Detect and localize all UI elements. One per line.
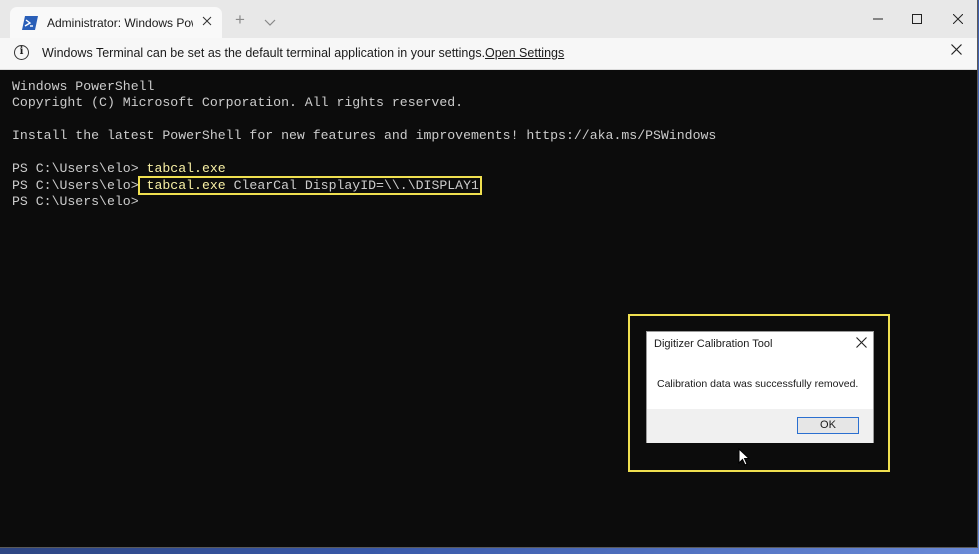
prompt: PS C:\Users\elo> xyxy=(12,194,139,209)
mouse-pointer-icon xyxy=(738,447,751,471)
dialog-footer: OK xyxy=(647,409,873,443)
dialog-title: Digitizer Calibration Tool xyxy=(654,338,773,350)
new-tab-button[interactable]: + xyxy=(235,11,245,29)
terminal-line: Copyright (C) Microsoft Corporation. All… xyxy=(12,95,464,110)
infobar-message: Windows Terminal can be set as the defau… xyxy=(42,46,486,60)
terminal-window: Administrator: Windows PowerS + i Window… xyxy=(0,0,978,548)
info-icon: i xyxy=(14,45,29,60)
dialog-message: Calibration data was successfully remove… xyxy=(657,378,859,390)
terminal-line: PS C:\Users\elo> xyxy=(12,194,139,210)
default-terminal-infobar: i Windows Terminal can be set as the def… xyxy=(0,38,977,70)
chevron-down-icon[interactable] xyxy=(264,14,276,32)
calibration-dialog: Digitizer Calibration Tool Calibration d… xyxy=(646,331,874,443)
infobar-close-icon[interactable] xyxy=(951,44,962,58)
command: tabcal.exe xyxy=(146,161,226,176)
dialog-close-icon[interactable] xyxy=(856,337,867,351)
tab-title: Administrator: Windows PowerS xyxy=(47,15,193,30)
prompt: PS C:\Users\elo> xyxy=(12,161,147,176)
command-highlight-box xyxy=(138,176,482,195)
terminal-output[interactable]: Windows PowerShell Copyright (C) Microso… xyxy=(0,70,977,547)
title-bar: Administrator: Windows PowerS + xyxy=(0,0,977,38)
maximize-button[interactable] xyxy=(894,0,940,38)
terminal-line: Windows PowerShell xyxy=(12,79,155,94)
tab-powershell[interactable]: Administrator: Windows PowerS xyxy=(10,7,222,38)
terminal-line: Install the latest PowerShell for new fe… xyxy=(12,128,717,143)
powershell-icon xyxy=(22,15,38,31)
close-window-button[interactable] xyxy=(935,0,979,38)
tab-close-icon[interactable] xyxy=(202,14,212,30)
prompt: PS C:\Users\elo> xyxy=(12,178,147,193)
ok-button[interactable]: OK xyxy=(797,417,859,434)
open-settings-link[interactable]: Open Settings xyxy=(485,46,564,60)
terminal-line: PS C:\Users\elo> tabcal.exe xyxy=(12,161,226,177)
